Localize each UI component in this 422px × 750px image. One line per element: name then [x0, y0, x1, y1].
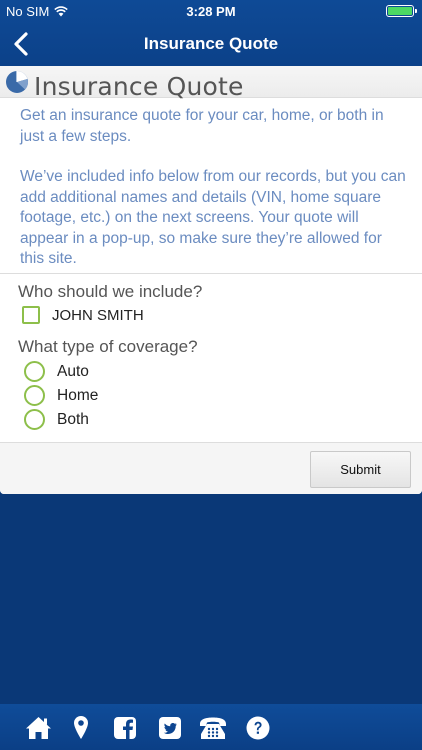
- coverage-label: Home: [57, 386, 99, 404]
- pie-chart-icon: [6, 71, 28, 93]
- intro-text: Get an insurance quote for your car, hom…: [20, 106, 410, 270]
- person-checkbox[interactable]: [22, 306, 40, 324]
- intro-paragraph: Get an insurance quote for your car, hom…: [20, 107, 384, 145]
- coverage-radio[interactable]: [24, 385, 45, 406]
- coverage-option-home[interactable]: Home: [24, 385, 98, 406]
- card-title: Insurance Quote: [34, 72, 244, 101]
- battery-fill: [388, 7, 412, 15]
- coverage-option-auto[interactable]: Auto: [24, 361, 89, 382]
- battery-icon: [386, 5, 417, 17]
- coverage-label: Auto: [57, 362, 89, 380]
- coverage-radio[interactable]: [24, 361, 45, 382]
- coverage-question: What type of coverage?: [18, 337, 198, 356]
- intro-paragraph: We’ve included info below from our recor…: [20, 168, 406, 267]
- include-question: Who should we include?: [18, 282, 203, 301]
- facebook-icon[interactable]: [113, 715, 137, 741]
- person-checkbox-row[interactable]: JOHN SMITH: [22, 306, 144, 324]
- phone-icon[interactable]: [198, 715, 228, 741]
- coverage-radio[interactable]: [24, 409, 45, 430]
- coverage-label: Both: [57, 410, 89, 428]
- home-icon[interactable]: [25, 715, 52, 741]
- submit-button[interactable]: Submit: [310, 451, 411, 488]
- card-header: Insurance Quote: [0, 66, 422, 101]
- bottom-toolbar: [0, 704, 422, 750]
- coverage-option-both[interactable]: Both: [24, 409, 89, 430]
- person-label: JOHN SMITH: [52, 306, 144, 324]
- help-icon[interactable]: [246, 715, 270, 741]
- twitter-icon[interactable]: [158, 715, 182, 741]
- nav-title: Insurance Quote: [143, 34, 279, 53]
- navigation-bar: No SIM 3:28 PM Insurance Quote: [0, 0, 422, 66]
- card-footer: Submit: [0, 442, 422, 494]
- status-bar: No SIM 3:28 PM: [0, 0, 422, 22]
- location-pin-icon[interactable]: [73, 715, 89, 741]
- status-time: 3:28 PM: [186, 4, 236, 19]
- divider: [0, 273, 422, 274]
- quote-card: Insurance Quote Get an insurance quote f…: [0, 66, 422, 494]
